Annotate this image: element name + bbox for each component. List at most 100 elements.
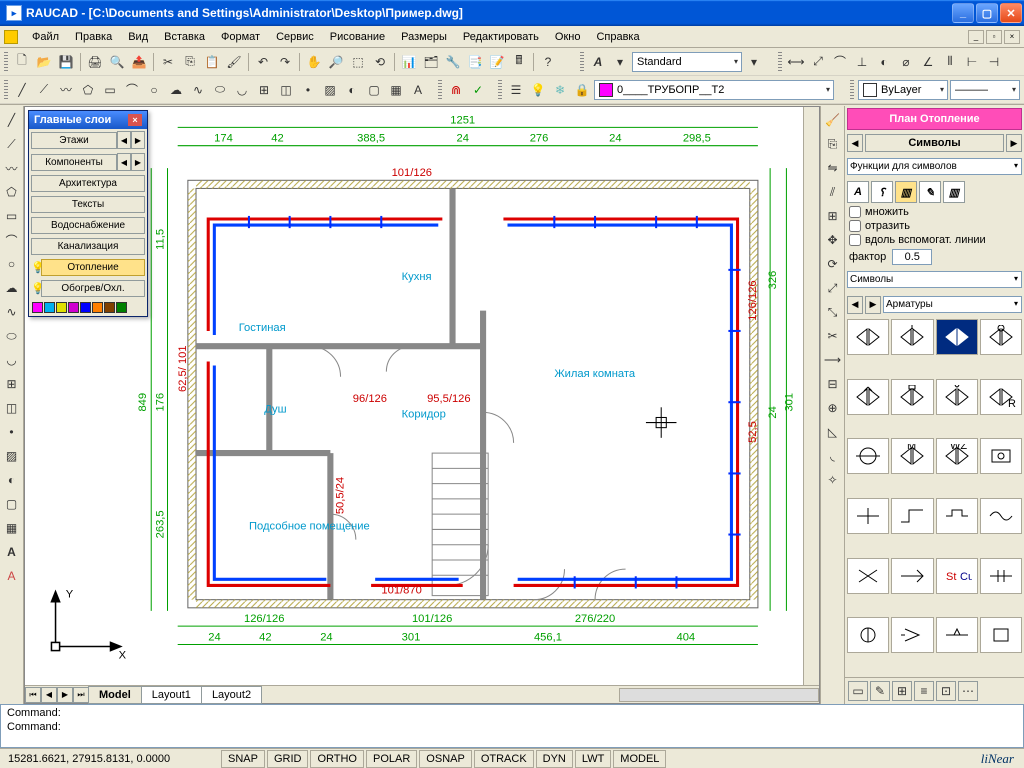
paste-icon[interactable]: 📋 [202, 52, 222, 72]
layer-texts[interactable]: Тексты [31, 196, 145, 213]
status-dyn[interactable]: DYN [536, 750, 573, 768]
symbol-s7[interactable]: StCu [936, 558, 978, 594]
publish-icon[interactable]: 📤 [129, 52, 149, 72]
block-tool-icon[interactable]: ◫ [2, 398, 22, 418]
rect-icon[interactable]: ▭ [100, 80, 120, 100]
table-icon[interactable]: ▦ [386, 80, 406, 100]
factor-input[interactable] [892, 249, 932, 265]
linetype-combo[interactable]: ——— [950, 80, 1020, 100]
check-along[interactable]: вдоль вспомогат. линии [845, 233, 1024, 247]
break-icon[interactable]: ⊟ [823, 374, 843, 394]
symbol-valve3[interactable] [936, 319, 978, 355]
stretch-icon[interactable]: ⤡ [823, 302, 843, 322]
chamfer-icon[interactable]: ◺ [823, 422, 843, 442]
horizontal-scrollbar[interactable] [619, 688, 819, 702]
grad-icon[interactable]: ◐ [342, 80, 362, 100]
bulb-icon[interactable]: 💡 [528, 80, 548, 100]
layer-heating[interactable]: Отопление [41, 259, 145, 276]
sym-next-icon[interactable]: ▶ [1006, 134, 1022, 152]
menu-insert[interactable]: Вставка [156, 28, 213, 46]
symbol-s3[interactable] [936, 498, 978, 534]
tab-last-icon[interactable]: ⏭ [73, 687, 89, 703]
insert-tool-icon[interactable]: ⊞ [2, 374, 22, 394]
redo-icon[interactable]: ↷ [275, 52, 295, 72]
panel-btn4-icon[interactable]: ≡ [914, 681, 934, 701]
layers-close-icon[interactable]: × [128, 114, 142, 126]
arc-tool-icon[interactable]: ⌒ [2, 230, 22, 250]
fillet-icon[interactable]: ◟ [823, 446, 843, 466]
dim-arc-icon[interactable]: ⌒ [830, 52, 850, 72]
line-tool-icon[interactable]: ╱ [2, 110, 22, 130]
symbol-valve7[interactable] [936, 379, 978, 415]
poly-tool-icon[interactable]: ⬠ [2, 182, 22, 202]
chevron-icon[interactable]: ▾ [744, 52, 764, 72]
pline-icon[interactable]: 〰 [56, 80, 76, 100]
symbol-valve6[interactable] [891, 379, 933, 415]
layer-arch[interactable]: Архитектура [31, 175, 145, 192]
menu-help[interactable]: Справка [588, 28, 647, 46]
lock-icon[interactable]: 🔒 [572, 80, 592, 100]
xline-tool-icon[interactable]: ⟋ [2, 134, 22, 154]
swatch[interactable] [80, 302, 91, 313]
undo-icon[interactable]: ↶ [253, 52, 273, 72]
panel-btn3-icon[interactable]: ⊞ [892, 681, 912, 701]
symbol-s5[interactable] [847, 558, 889, 594]
zoom-win-icon[interactable]: ⬚ [348, 52, 368, 72]
polygon-icon[interactable]: ⬠ [78, 80, 98, 100]
textstyle-dd-icon[interactable]: ▾ [610, 52, 630, 72]
print-icon[interactable]: 🖨 [85, 52, 105, 72]
pline-tool-icon[interactable]: 〰 [2, 158, 22, 178]
dim-cont-icon[interactable]: ⊣ [984, 52, 1004, 72]
vertical-scrollbar[interactable] [803, 107, 819, 685]
zoom-rt-icon[interactable]: 🔎 [326, 52, 346, 72]
tab-next-icon[interactable]: ▶ [57, 687, 73, 703]
sym-prev-icon[interactable]: ◀ [847, 134, 863, 152]
grad-tool-icon[interactable]: ◐ [2, 470, 22, 490]
symbol-s8[interactable] [980, 558, 1022, 594]
copy2-icon[interactable]: ⎘ [823, 134, 843, 154]
move-icon[interactable]: ✥ [823, 230, 843, 250]
symbol-s1[interactable] [847, 498, 889, 534]
freeze-icon[interactable]: ❄ [550, 80, 570, 100]
status-snap[interactable]: SNAP [221, 750, 265, 768]
mdi-max[interactable]: ▫ [986, 30, 1002, 44]
dim-rad-icon[interactable]: ◐ [874, 52, 894, 72]
block-icon[interactable]: ◫ [276, 80, 296, 100]
save-icon[interactable]: 💾 [56, 52, 76, 72]
close-button[interactable]: ✕ [1000, 3, 1022, 23]
status-osnap[interactable]: OSNAP [419, 750, 472, 768]
dc-icon[interactable]: 🗂 [421, 52, 441, 72]
dim-dia-icon[interactable]: ⌀ [896, 52, 916, 72]
erase-icon[interactable]: 🧹 [823, 110, 843, 130]
symbol-valve5[interactable] [847, 379, 889, 415]
panel-btn5-icon[interactable]: ⊡ [936, 681, 956, 701]
rect-tool-icon[interactable]: ▭ [2, 206, 22, 226]
spline-tool-icon[interactable]: ∿ [2, 302, 22, 322]
menu-file[interactable]: Файл [24, 28, 67, 46]
dim-qck-icon[interactable]: ⫴ [940, 52, 960, 72]
layers-icon[interactable]: ☰ [506, 80, 526, 100]
mdi-close[interactable]: × [1004, 30, 1020, 44]
dim-ang-icon[interactable]: ∠ [918, 52, 938, 72]
mdi-min[interactable]: _ [968, 30, 984, 44]
cloud-tool-icon[interactable]: ☁ [2, 278, 22, 298]
revcloud-icon[interactable]: ☁ [166, 80, 186, 100]
symbol-s11[interactable] [936, 617, 978, 653]
preview-icon[interactable]: 🔍 [107, 52, 127, 72]
swatch[interactable] [116, 302, 127, 313]
dim-aligned-icon[interactable]: ⤢ [808, 52, 828, 72]
layer-water[interactable]: Водоснабжение [31, 217, 145, 234]
mtext-icon[interactable]: A [408, 80, 428, 100]
panel-btn2-icon[interactable]: ✎ [870, 681, 890, 701]
menu-view[interactable]: Вид [120, 28, 156, 46]
font-a-icon[interactable]: A [847, 181, 869, 203]
check-icon[interactable]: ✓ [468, 80, 488, 100]
textstyle-icon[interactable]: A [588, 52, 608, 72]
cut-icon[interactable]: ✂ [158, 52, 178, 72]
cat-prev-icon[interactable]: ◀ [847, 296, 863, 314]
swatch[interactable] [104, 302, 115, 313]
elar-icon[interactable]: ◡ [232, 80, 252, 100]
menu-modify[interactable]: Редактировать [455, 28, 547, 46]
layer-hvac[interactable]: Обогрев/Охл. [41, 280, 145, 297]
insert-icon[interactable]: ⊞ [254, 80, 274, 100]
